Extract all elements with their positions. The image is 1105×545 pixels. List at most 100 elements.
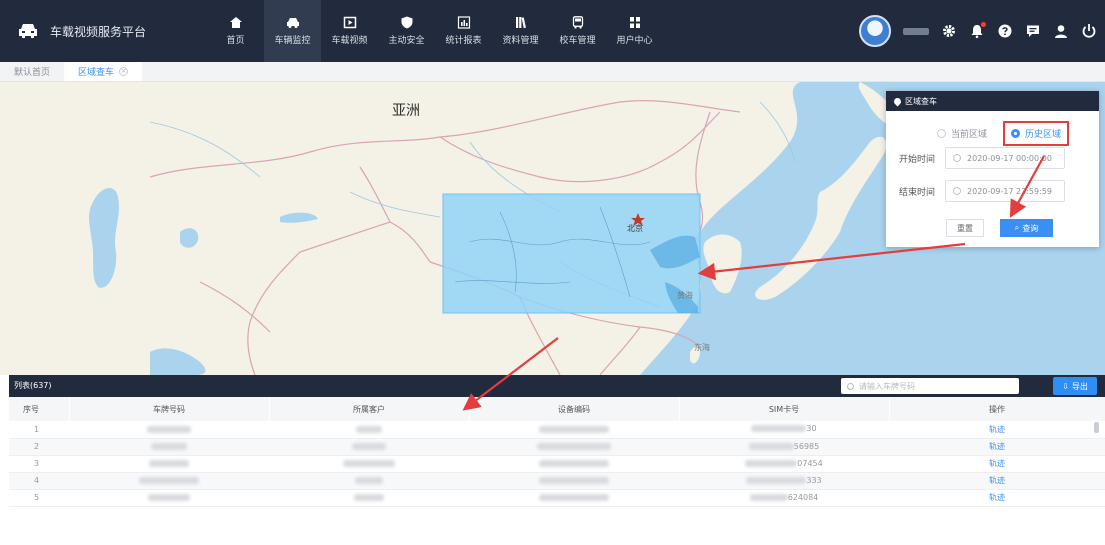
redacted-value bbox=[151, 443, 187, 450]
nav-item-home[interactable]: 首页 bbox=[207, 0, 264, 62]
radio-label: 当前区域 bbox=[951, 130, 988, 140]
nav-item-vehicle-video[interactable]: 车载视频 bbox=[321, 0, 378, 62]
plate-search-input[interactable]: 请输入车牌号码 bbox=[841, 378, 1019, 394]
export-button[interactable]: ⇩ 导出 bbox=[1053, 377, 1097, 395]
table-row: 4 333 轨迹 bbox=[9, 472, 1105, 490]
help-icon[interactable] bbox=[997, 23, 1013, 39]
video-icon bbox=[343, 16, 356, 29]
device-cell bbox=[469, 472, 679, 490]
header-tools bbox=[859, 0, 1097, 62]
column-header: 设备编码 bbox=[469, 397, 680, 421]
nav-item-statistics[interactable]: 统计报表 bbox=[435, 0, 492, 62]
plate-cell bbox=[69, 455, 269, 473]
tab-label: 默认首页 bbox=[14, 68, 51, 78]
redacted-value bbox=[356, 425, 382, 433]
user-icon[interactable] bbox=[1053, 23, 1069, 39]
sim-cell: 624084 bbox=[679, 489, 889, 507]
tab-bar: 默认首页 区域查车 × bbox=[0, 62, 1105, 82]
track-link[interactable]: 轨迹 bbox=[989, 459, 1005, 468]
nav-item-vehicle-monitor[interactable]: 车辆监控 bbox=[264, 0, 321, 62]
redacted-value bbox=[749, 493, 788, 501]
plate-cell bbox=[69, 438, 269, 456]
nav-label: 车辆监控 bbox=[274, 36, 311, 46]
start-time-row: 开始时间 2020-09-17 00:00:00 bbox=[899, 147, 1066, 169]
table-row: 1 30 轨迹 bbox=[9, 421, 1105, 439]
nav-item-user-center[interactable]: 用户中心 bbox=[606, 0, 663, 62]
redacted-value bbox=[354, 494, 384, 501]
continent-label: 亚洲 bbox=[392, 103, 420, 119]
redacted-value bbox=[539, 477, 609, 484]
sim-suffix: 624084 bbox=[787, 492, 819, 502]
query-button[interactable]: ⌕ 查询 bbox=[1000, 219, 1053, 237]
tab-region-search[interactable]: 区域查车 × bbox=[64, 62, 143, 81]
radio-history-region[interactable]: 历史区域 bbox=[1003, 121, 1070, 146]
redacted-value bbox=[745, 459, 798, 467]
avatar[interactable] bbox=[859, 15, 891, 47]
main-nav: 首页 车辆监控 车载视频 主动安全 统计报表 资料管理 校车管理 用户中心 bbox=[207, 0, 663, 62]
customer-cell bbox=[269, 455, 469, 473]
query-label: 查询 bbox=[1022, 223, 1039, 233]
table-row: 2 56985 轨迹 bbox=[9, 438, 1105, 456]
column-header: 操作 bbox=[889, 397, 1105, 421]
close-icon[interactable]: × bbox=[119, 67, 129, 76]
row-index: 5 bbox=[9, 489, 69, 507]
redacted-value bbox=[343, 460, 395, 467]
sea-label: 黄海 bbox=[677, 291, 693, 300]
search-icon: ⌕ bbox=[1014, 223, 1020, 232]
panel-title: 区域查车 bbox=[905, 96, 937, 106]
redacted-value bbox=[149, 460, 189, 467]
radio-label: 历史区域 bbox=[1025, 130, 1062, 140]
location-pin-icon bbox=[892, 96, 903, 106]
region-mode-group: 当前区域 历史区域 bbox=[931, 121, 1070, 146]
redacted-value bbox=[746, 476, 807, 484]
redacted-value bbox=[537, 443, 611, 450]
row-index: 3 bbox=[9, 455, 69, 473]
nav-item-active-safety[interactable]: 主动安全 bbox=[378, 0, 435, 62]
sim-cell: 07454 bbox=[679, 455, 889, 473]
settings-icon[interactable] bbox=[941, 23, 957, 39]
track-link[interactable]: 轨迹 bbox=[989, 476, 1005, 485]
notification-dot bbox=[981, 22, 986, 27]
username-redacted[interactable] bbox=[903, 27, 929, 35]
track-link[interactable]: 轨迹 bbox=[989, 425, 1005, 434]
message-icon[interactable] bbox=[1025, 23, 1041, 39]
end-time-input[interactable]: 2020-09-17 23:59:59 bbox=[945, 180, 1066, 202]
sim-suffix: 07454 bbox=[797, 458, 823, 468]
books-icon bbox=[515, 17, 526, 29]
clock-icon bbox=[953, 187, 962, 195]
bus-icon bbox=[572, 16, 583, 29]
region-query-panel: 区域查车 当前区域 历史区域 开始时间 2020-09-17 00:00:00 … bbox=[886, 91, 1099, 247]
reset-button[interactable]: 重置 bbox=[946, 219, 984, 237]
app-brand[interactable]: 车载视频服务平台 bbox=[18, 0, 146, 62]
radio-current-region[interactable]: 当前区域 bbox=[931, 123, 993, 144]
vehicle-table: 序号 车牌号码 所属客户 设备编码 SIM卡号 操作 1 30 轨迹 2 569… bbox=[9, 397, 1105, 507]
redacted-value bbox=[748, 442, 794, 450]
top-navigation-bar: 车载视频服务平台 首页 车辆监控 车载视频 主动安全 统计报表 资料管理 校车管… bbox=[0, 0, 1105, 62]
redacted-value bbox=[147, 425, 191, 433]
nav-label: 车载视频 bbox=[331, 36, 368, 46]
radio-circle bbox=[1011, 129, 1021, 138]
tab-default-home[interactable]: 默认首页 bbox=[0, 62, 64, 81]
nav-label: 校车管理 bbox=[559, 36, 596, 46]
start-time-value: 2020-09-17 00:00:00 bbox=[967, 153, 1052, 163]
device-cell bbox=[469, 438, 679, 456]
nav-label: 统计报表 bbox=[445, 36, 482, 46]
list-header-bar: 列表(637) 请输入车牌号码 ⇩ 导出 bbox=[9, 375, 1105, 397]
power-icon[interactable] bbox=[1081, 23, 1097, 39]
redacted-value bbox=[148, 494, 190, 501]
table-row: 3 07454 轨迹 bbox=[9, 455, 1105, 473]
nav-item-school-bus[interactable]: 校车管理 bbox=[549, 0, 606, 62]
start-time-label: 开始时间 bbox=[899, 154, 936, 165]
start-time-input[interactable]: 2020-09-17 00:00:00 bbox=[945, 147, 1066, 169]
nav-label: 主动安全 bbox=[388, 36, 425, 46]
track-link[interactable]: 轨迹 bbox=[989, 442, 1005, 451]
redacted-value bbox=[751, 425, 807, 433]
redacted-value bbox=[539, 460, 609, 467]
nav-item-data-management[interactable]: 资料管理 bbox=[492, 0, 549, 62]
car-icon bbox=[286, 18, 299, 28]
notification-icon[interactable] bbox=[969, 22, 986, 39]
track-link[interactable]: 轨迹 bbox=[989, 493, 1005, 502]
customer-cell bbox=[269, 472, 469, 490]
table-scrollbar[interactable] bbox=[1094, 422, 1099, 433]
sim-suffix: 56985 bbox=[793, 441, 820, 451]
